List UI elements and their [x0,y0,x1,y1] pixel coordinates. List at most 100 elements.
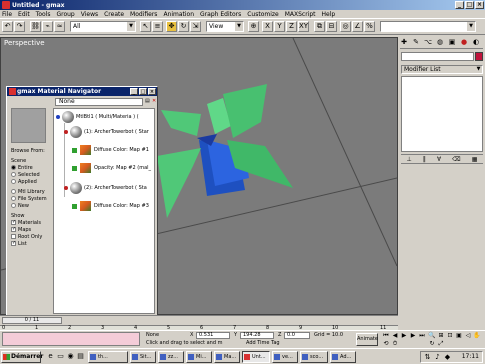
pivot-center-icon[interactable]: ⊕ [248,21,259,32]
show-list-checkbox[interactable]: ✓ List [11,240,47,247]
browse-option-entire[interactable]: Entire [11,164,47,171]
ie-icon[interactable]: e [46,352,55,361]
modifier-list-dropdown[interactable]: Modifier List ▼ [401,65,483,74]
menu-customize[interactable]: Customize [247,11,279,18]
next-frame-icon[interactable]: ▶ [409,332,417,339]
snap-icon[interactable]: ◎ [340,21,351,32]
tree-item-map[interactable]: Opacity: Map #2 (mal_ [72,161,151,175]
menu-graph-editors[interactable]: Graph Editors [200,11,241,18]
close-button[interactable]: × [475,1,484,9]
maximize-button[interactable]: □ [465,1,474,9]
modify-tab-icon[interactable]: ✎ [412,38,420,46]
browse-option-selected[interactable]: Selected [11,171,47,178]
remove-modifier-icon[interactable]: ⌫ [452,156,460,163]
z-coordinate-field[interactable]: 0.0 [284,332,310,339]
unlink-icon[interactable]: ⌁ [42,21,53,32]
material-tree[interactable]: MtlBtl1 ( Multi/Materia ) ( (1): ArcherT… [53,108,155,314]
play-icon[interactable]: ▶ [400,332,408,339]
taskbar-button[interactable]: sco... [300,351,328,363]
redo-icon[interactable]: ↷ [14,21,25,32]
taskbar-button[interactable]: Ma... [214,351,240,363]
utilities-tab-icon[interactable]: ● [460,38,468,46]
show-maps-checkbox[interactable]: ✓ Maps [11,226,47,233]
menu-maxscript[interactable]: MAXScript [285,11,316,18]
menu-help[interactable]: Help [322,11,336,18]
create-tab-icon[interactable]: ✚ [400,38,408,46]
browse-option-applied[interactable]: Applied [11,178,47,185]
time-config-icon[interactable]: ⏱ [391,340,399,347]
hierarchy-tab-icon[interactable]: ⌥ [424,38,432,46]
y-coordinate-field[interactable]: 194.28 [240,332,274,339]
object-color-swatch[interactable] [475,52,483,61]
close-button[interactable]: × [148,88,156,95]
material-editor-icon[interactable]: ◐ [472,38,480,46]
menu-modifiers[interactable]: Modifiers [130,11,157,18]
select-object-icon[interactable]: ↖ [140,21,151,32]
modifier-stack[interactable] [401,76,483,152]
view-list-icon[interactable]: ▤ [145,98,150,104]
percent-snap-icon[interactable]: % [364,21,375,32]
browse-option-new[interactable]: New [11,202,47,209]
tree-item-submaterial-2[interactable]: (2): ArcherTowerbot ( Sta [64,181,147,195]
media-icon[interactable]: ◉ [66,352,75,361]
minimize-button[interactable]: _ [130,88,138,95]
menu-create[interactable]: Create [104,11,124,18]
taskbar-button[interactable]: th... [88,351,128,363]
zoom-all-icon[interactable]: ⊞ [437,332,445,339]
explorer-icon[interactable]: ▤ [76,352,85,361]
min-max-toggle-icon[interactable]: ⤢ [437,340,445,347]
material-name-field[interactable]: None [55,98,143,106]
taskbar-button[interactable]: zz... [158,351,184,363]
reference-coordinate-dropdown[interactable]: View ▼ [206,21,244,32]
tree-item-map[interactable]: Diffuse Color: Map #1 [72,143,149,157]
restrict-z-icon[interactable]: Z [286,21,297,32]
x-coordinate-field[interactable]: 0.531 [196,332,230,339]
taskbar-button[interactable]: Ad... [330,351,356,363]
link-icon[interactable]: ⛓ [30,21,41,32]
show-materials-checkbox[interactable]: ✓ Materials [11,219,47,226]
go-to-start-icon[interactable]: ⏮ [382,332,390,339]
material-navigator-titlebar[interactable]: gmax Material Navigator _ □ × [7,87,157,96]
browse-option-file-system[interactable]: File System [11,195,47,202]
fov-icon[interactable]: ◁ [464,332,472,339]
configure-modifiers-icon[interactable]: ▦ [472,156,478,163]
add-time-tag-button[interactable]: Add Time Tag [246,340,280,346]
mirror-icon[interactable]: ⧉ [314,21,325,32]
time-slider[interactable]: 0 / 11 [2,317,62,324]
restrict-xy-icon[interactable]: XY [298,21,309,32]
maxscript-listener-box[interactable] [2,332,140,346]
taskbar-button[interactable]: Mi... [186,351,212,363]
tree-item-map[interactable]: Diffuse Color: Map #3 [72,199,149,213]
delete-icon[interactable]: ✕ [152,98,157,104]
antivirus-icon[interactable]: ◆ [443,353,452,362]
volume-icon[interactable]: ♪ [433,353,442,362]
select-rotate-icon[interactable]: ↻ [178,21,189,32]
previous-frame-icon[interactable]: ◀ [391,332,399,339]
bind-spacewarp-icon[interactable]: ≈ [54,21,65,32]
minimize-button[interactable]: _ [455,1,464,9]
align-icon[interactable]: ⊟ [326,21,337,32]
motion-tab-icon[interactable]: ◍ [436,38,444,46]
taskbar-button[interactable]: ve... [272,351,298,363]
restrict-x-icon[interactable]: X [262,21,273,32]
select-by-name-icon[interactable]: ≡ [152,21,163,32]
material-navigator-window[interactable]: gmax Material Navigator _ □ × None ▤ ✕ B… [6,86,158,316]
taskbar-button-active[interactable]: Unt... [242,351,270,363]
tree-item-submaterial-1[interactable]: (1): ArcherTowerbot ( Star [64,125,149,139]
zoom-extents-all-icon[interactable]: ▣ [455,332,463,339]
display-tab-icon[interactable]: ▣ [448,38,456,46]
angle-snap-icon[interactable]: ∠ [352,21,363,32]
restrict-y-icon[interactable]: Y [274,21,285,32]
maximize-button[interactable]: □ [139,88,147,95]
select-scale-icon[interactable]: ⇲ [190,21,201,32]
arc-rotate-icon[interactable]: ↻ [428,340,436,347]
start-button[interactable]: Démarrer [1,351,43,363]
network-icon[interactable]: ⇅ [423,353,432,362]
named-selection-dropdown[interactable]: ▼ [380,21,476,32]
object-name-field[interactable] [401,52,474,61]
show-end-result-icon[interactable]: ‖ [423,156,426,163]
show-root-only-checkbox[interactable]: Root Only [11,233,47,240]
menu-group[interactable]: Group [56,11,74,18]
perspective-viewport[interactable]: Perspective gmax Material Navigator _ □ … [0,37,398,316]
show-desktop-icon[interactable]: ▭ [56,352,65,361]
